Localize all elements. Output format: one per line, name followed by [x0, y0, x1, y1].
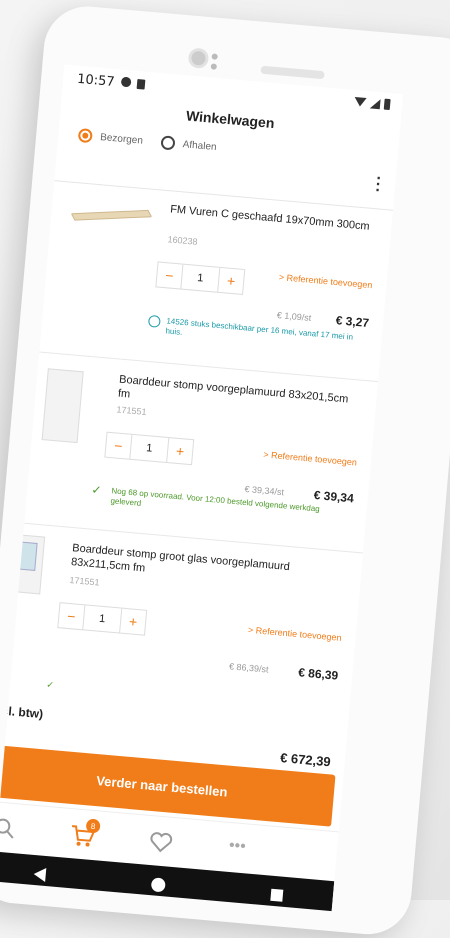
tab-favorites[interactable]: [148, 830, 174, 860]
unit-price: € 86,39/st: [228, 661, 269, 675]
more-menu-icon[interactable]: · · ·: [375, 170, 383, 199]
total-amount: € 672,39: [279, 750, 332, 770]
heart-icon: [150, 832, 173, 853]
sim-icon: [136, 78, 146, 90]
product-sku: 160238: [167, 234, 198, 247]
quantity-stepper[interactable]: − 1 +: [57, 602, 148, 636]
cart-item: Boarddeur stomp voorgeplamuurd 83x201,5c…: [24, 353, 378, 554]
stock-status: [61, 683, 320, 706]
increase-button[interactable]: +: [167, 438, 193, 464]
product-thumbnail: [41, 368, 84, 444]
battery-icon: [383, 98, 391, 111]
radio-label-afhalen: Afhalen: [182, 138, 218, 153]
quantity-value[interactable]: 1: [129, 434, 170, 463]
add-reference-link[interactable]: > Referentie toevoegen: [263, 449, 357, 467]
radio-bezorgen[interactable]: [77, 128, 93, 144]
clock-icon: [147, 314, 161, 328]
cart-item: Boarddeur stomp groot glas voorgeplamuur…: [8, 525, 363, 730]
radio-afhalen[interactable]: [160, 135, 176, 151]
camera-lens: [187, 47, 210, 70]
cart-count-badge: 8: [85, 818, 101, 834]
app-screen: 10:57 Winkelwagen Bezorgen Afhalen ···: [0, 64, 404, 912]
tab-more[interactable]: •••: [228, 837, 246, 856]
notification-icon: [120, 76, 132, 88]
search-icon: [0, 818, 14, 839]
sensor: [210, 63, 218, 70]
product-sku: 171551: [69, 574, 100, 588]
unit-price: € 1,09/st: [276, 310, 312, 324]
back-icon[interactable]: [33, 866, 47, 882]
check-icon: ✓: [90, 482, 103, 498]
decrease-button[interactable]: −: [105, 433, 131, 459]
wifi-icon: [353, 96, 367, 107]
phone-frame: 10:57 Winkelwagen Bezorgen Afhalen ···: [0, 2, 450, 938]
product-sku: 171551: [116, 404, 147, 418]
product-name: Boarddeur stomp groot glas voorgeplamuur…: [70, 542, 291, 575]
decrease-button[interactable]: −: [58, 603, 84, 629]
check-icon: ✓: [45, 679, 55, 690]
status-time: 10:57: [76, 71, 116, 90]
tab-cart[interactable]: 8: [68, 818, 101, 855]
speaker-grill: [260, 65, 325, 80]
cart-item: FM Vuren C geschaafd 19x70mm 300cm 16023…: [39, 182, 393, 383]
increase-button[interactable]: +: [218, 268, 244, 294]
line-price: € 3,27: [335, 313, 370, 331]
total-label: cl. btw): [1, 703, 44, 722]
product-thumbnail: [8, 533, 46, 595]
line-price: € 86,39: [297, 665, 339, 683]
add-reference-link[interactable]: > Referentie toevoegen: [248, 625, 342, 643]
radio-label-bezorgen: Bezorgen: [99, 131, 144, 147]
signal-icon: [369, 97, 381, 109]
product-thumbnail: [70, 209, 153, 221]
system-icons: [353, 96, 391, 111]
increase-button[interactable]: +: [120, 609, 146, 635]
more-icon: •••: [228, 836, 247, 856]
line-price: € 39,34: [313, 487, 355, 506]
quantity-stepper[interactable]: − 1 +: [155, 261, 246, 296]
home-icon[interactable]: [150, 877, 166, 893]
quantity-value[interactable]: 1: [82, 605, 123, 633]
add-reference-link[interactable]: > Referentie toevoegen: [278, 272, 372, 290]
quantity-value[interactable]: 1: [180, 264, 221, 292]
product-name: FM Vuren C geschaafd 19x70mm 300cm: [169, 203, 371, 233]
product-name: Boarddeur stomp voorgeplamuurd 83x201,5c…: [117, 373, 349, 406]
unit-price: € 39,34/st: [244, 483, 285, 498]
quantity-stepper[interactable]: − 1 +: [104, 431, 195, 466]
delivery-options: Bezorgen Afhalen: [77, 128, 218, 154]
tab-search[interactable]: [0, 816, 17, 846]
decrease-button[interactable]: −: [156, 263, 182, 289]
sensor: [211, 53, 218, 60]
